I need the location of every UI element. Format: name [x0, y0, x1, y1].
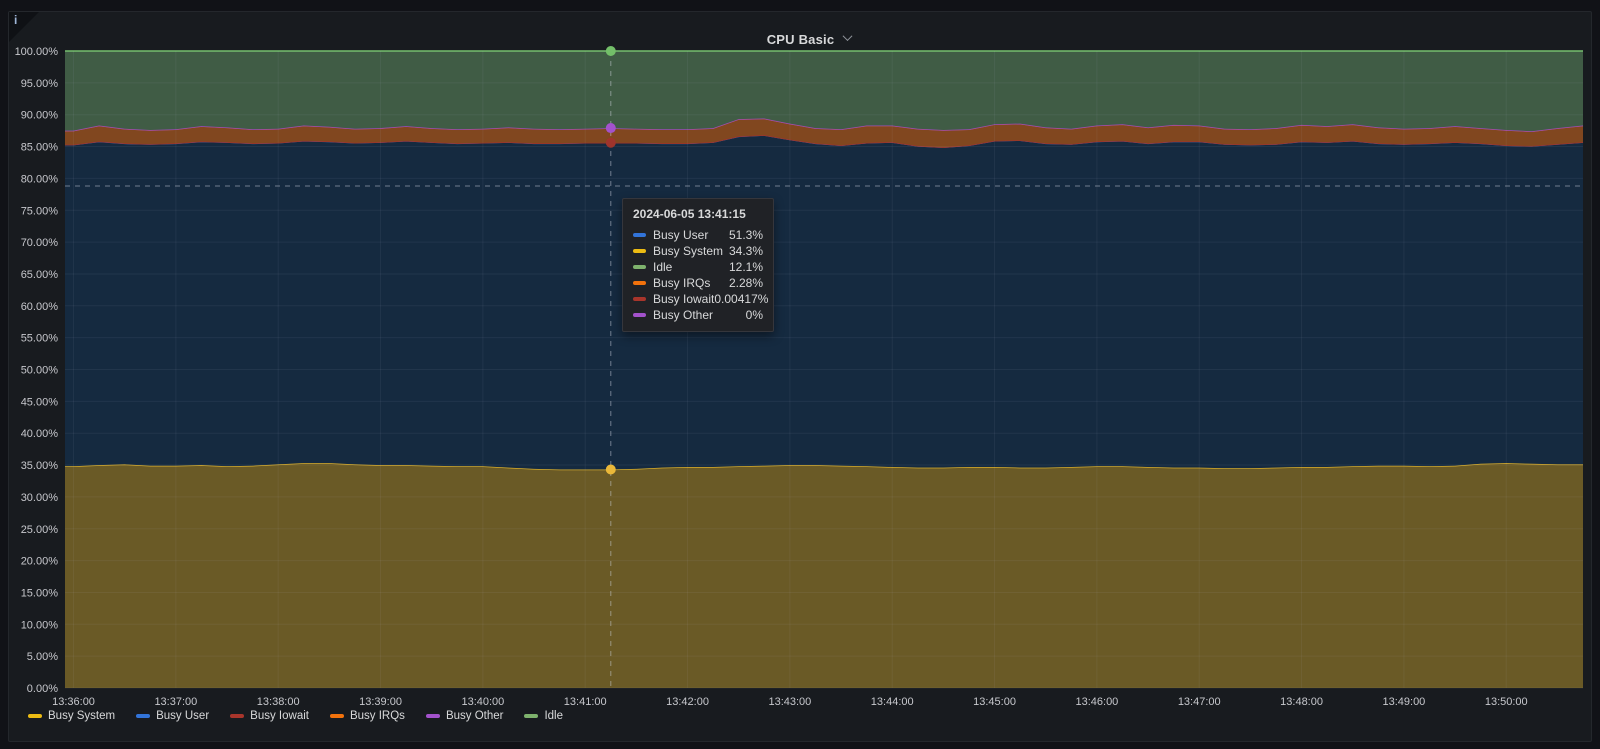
info-icon: i [14, 13, 18, 27]
series-swatch-icon [633, 281, 646, 285]
series-swatch-icon [633, 313, 646, 317]
legend-swatch-icon [524, 714, 539, 718]
tooltip-timestamp: 2024-06-05 13:41:15 [633, 207, 746, 221]
panel-header[interactable]: CPU Basic [17, 23, 1600, 55]
tooltip-series-label: Idle [653, 260, 673, 274]
chevron-down-icon [842, 30, 853, 41]
legend-label: Idle [544, 710, 564, 722]
tooltip-row: Busy System 34.3% [633, 243, 763, 259]
legend-item-busy-irqs[interactable]: Busy IRQs [329, 710, 405, 722]
panel-title[interactable]: CPU Basic [767, 32, 835, 47]
tooltip-series-value: 0% [745, 308, 763, 322]
tooltip-series-value: 51.3% [728, 228, 763, 242]
tooltip-series-label: Busy Other [653, 308, 714, 322]
legend-item-idle[interactable]: Idle [524, 710, 563, 722]
legend-item-busy-other[interactable]: Busy Other [425, 710, 504, 722]
tooltip-row: Busy Iowait 0.00417% [633, 291, 768, 307]
legend-item-busy-user[interactable]: Busy User [136, 710, 209, 722]
tooltip-series-value: 2.28% [728, 276, 763, 290]
series-swatch-icon [633, 249, 646, 253]
legend-swatch-icon [329, 714, 344, 718]
tooltip-series-label: Busy User [653, 228, 709, 242]
series-swatch-icon [633, 297, 646, 301]
chart-tooltip: 2024-06-05 13:41:15 Busy User 51.3% Busy… [622, 198, 774, 332]
legend-label: Busy User [156, 710, 210, 722]
legend-label: Busy Other [445, 710, 504, 722]
tooltip-series-value: 12.1% [728, 260, 763, 274]
legend-swatch-icon [136, 714, 151, 718]
legend-label: Busy Iowait [250, 710, 309, 722]
tooltip-series-label: Busy IRQs [653, 276, 711, 290]
legend-label: Busy IRQs [349, 710, 405, 722]
tooltip-series-label: Busy System [653, 244, 724, 258]
legend-label: Busy System [48, 710, 116, 722]
legend-item-busy-system[interactable]: Busy System [28, 710, 115, 722]
tooltip-row: Busy IRQs 2.28% [633, 275, 763, 291]
tooltip-series-value: 34.3% [728, 244, 763, 258]
series-swatch-icon [633, 233, 646, 237]
cpu-basic-panel: CPU Basic [8, 11, 1592, 742]
tooltip-series-label: Busy Iowait [653, 292, 715, 306]
legend-swatch-icon [28, 714, 42, 718]
chart-legend: Busy System Busy User Busy Iowait Busy I… [28, 710, 563, 722]
legend-item-busy-iowait[interactable]: Busy Iowait [230, 710, 309, 722]
grafana-dashboard-page: CPU Basic i 0.00% 5.00% 10.00% 15.00% 20.00%… [0, 0, 1600, 749]
legend-swatch-icon [230, 714, 245, 718]
tooltip-row: Busy Other 0% [633, 307, 763, 323]
tooltip-row: Busy User 51.3% [633, 227, 763, 243]
legend-swatch-icon [425, 714, 440, 718]
tooltip-row: Idle 12.1% [633, 259, 763, 275]
series-swatch-icon [633, 265, 646, 269]
tooltip-series-value: 0.00417% [714, 292, 769, 306]
